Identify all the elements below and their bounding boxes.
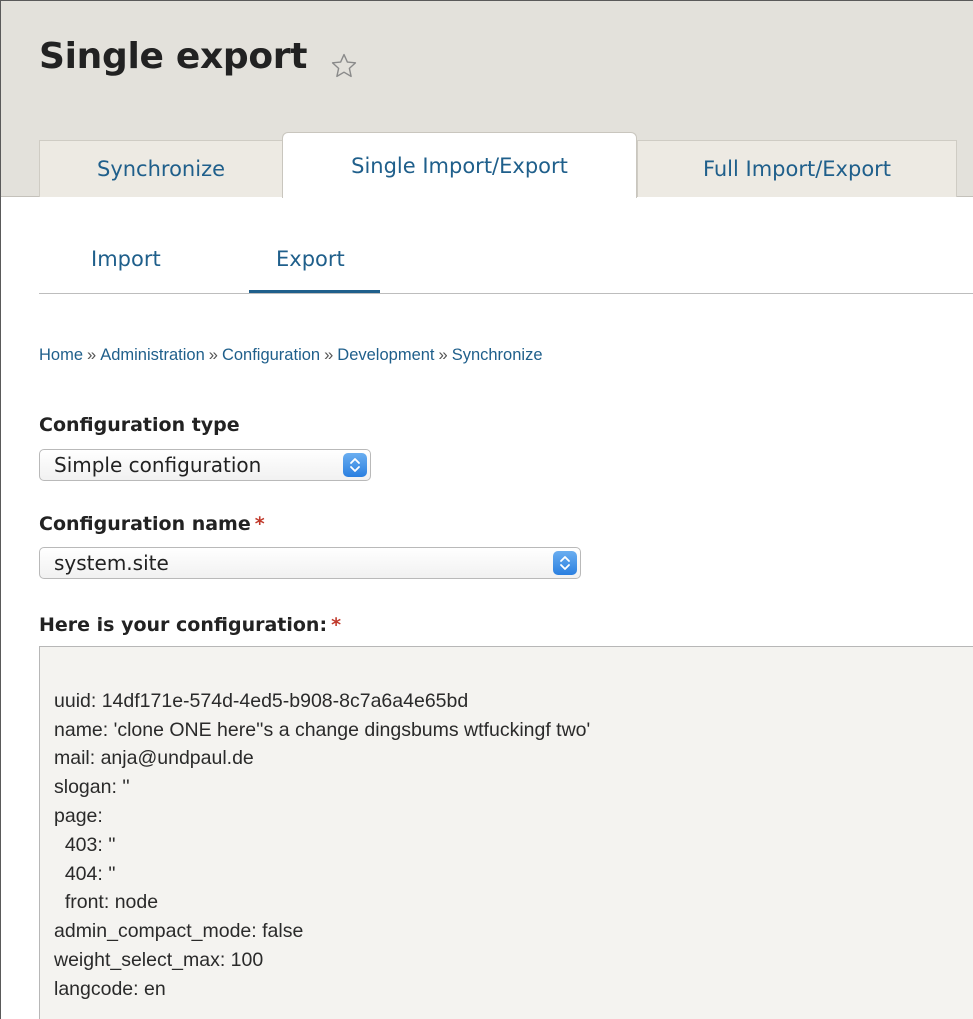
breadcrumb-administration[interactable]: Administration — [100, 346, 205, 364]
config-output-label-text: Here is your configuration: — [39, 614, 328, 636]
config-line: mail: anja@undpaul.de — [54, 747, 254, 770]
page-title: Single export — [39, 36, 308, 77]
config-type-select[interactable]: Simple configuration — [39, 449, 371, 481]
config-line: front: node — [54, 891, 159, 914]
breadcrumb-separator: » — [438, 346, 448, 364]
breadcrumb-separator: » — [324, 346, 334, 364]
breadcrumb-separator: » — [87, 346, 97, 364]
config-output-label: Here is your configuration: * — [39, 614, 341, 636]
tab-single-import-export[interactable]: Single Import/Export — [282, 132, 637, 198]
config-line: 403: '' — [54, 833, 116, 856]
up-down-arrows-icon — [343, 453, 367, 477]
breadcrumb-configuration[interactable]: Configuration — [222, 346, 320, 364]
config-line: slogan: '' — [54, 776, 130, 799]
page-header: Single export Synchronize Single Import/… — [1, 1, 973, 198]
config-line: uuid: 14df171e-574d-4ed5-b908-8c7a6a4e65… — [54, 689, 469, 712]
config-type-value: Simple configuration — [54, 453, 262, 477]
config-name-label-text: Configuration name — [39, 513, 251, 535]
config-name-select[interactable]: system.site — [39, 547, 581, 579]
tab-label: Single Import/Export — [351, 153, 568, 178]
tab-synchronize[interactable]: Synchronize — [39, 140, 283, 197]
subtab-export[interactable]: Export — [276, 247, 345, 271]
subtab-import[interactable]: Import — [91, 247, 161, 271]
up-down-arrows-icon — [553, 551, 577, 575]
breadcrumb: Home» Administration» Configuration» Develo… — [39, 346, 543, 365]
config-line: weight_select_max: 100 — [54, 948, 264, 971]
required-marker: * — [254, 513, 265, 535]
breadcrumb-separator: » — [208, 346, 218, 364]
config-type-label-text: Configuration type — [39, 414, 240, 436]
configuration-textarea[interactable]: uuid: 14df171e-574d-4ed5-b908-8c7a6a4e65… — [39, 646, 973, 1019]
breadcrumb-synchronize[interactable]: Synchronize — [452, 346, 543, 364]
star-outline-icon[interactable] — [330, 52, 358, 80]
tab-full-import-export[interactable]: Full Import/Export — [637, 140, 957, 197]
breadcrumb-development[interactable]: Development — [337, 346, 434, 364]
config-line: 404: '' — [54, 862, 116, 885]
tab-label: Synchronize — [96, 157, 226, 181]
tab-label: Full Import/Export — [702, 157, 892, 181]
config-name-value: system.site — [54, 551, 169, 575]
config-line: page: — [54, 804, 103, 827]
breadcrumb-home[interactable]: Home — [39, 346, 83, 364]
config-type-label: Configuration type — [39, 414, 240, 436]
subtab-divider — [39, 293, 973, 294]
config-line: langcode: en — [54, 977, 166, 1000]
required-marker: * — [331, 614, 341, 636]
config-line: name: 'clone ONE here''s a change dingsb… — [54, 718, 591, 741]
page-frame: Single export Synchronize Single Import/… — [0, 0, 973, 1019]
config-name-label: Configuration name * — [39, 513, 265, 535]
config-line: admin_compact_mode: false — [54, 920, 304, 943]
